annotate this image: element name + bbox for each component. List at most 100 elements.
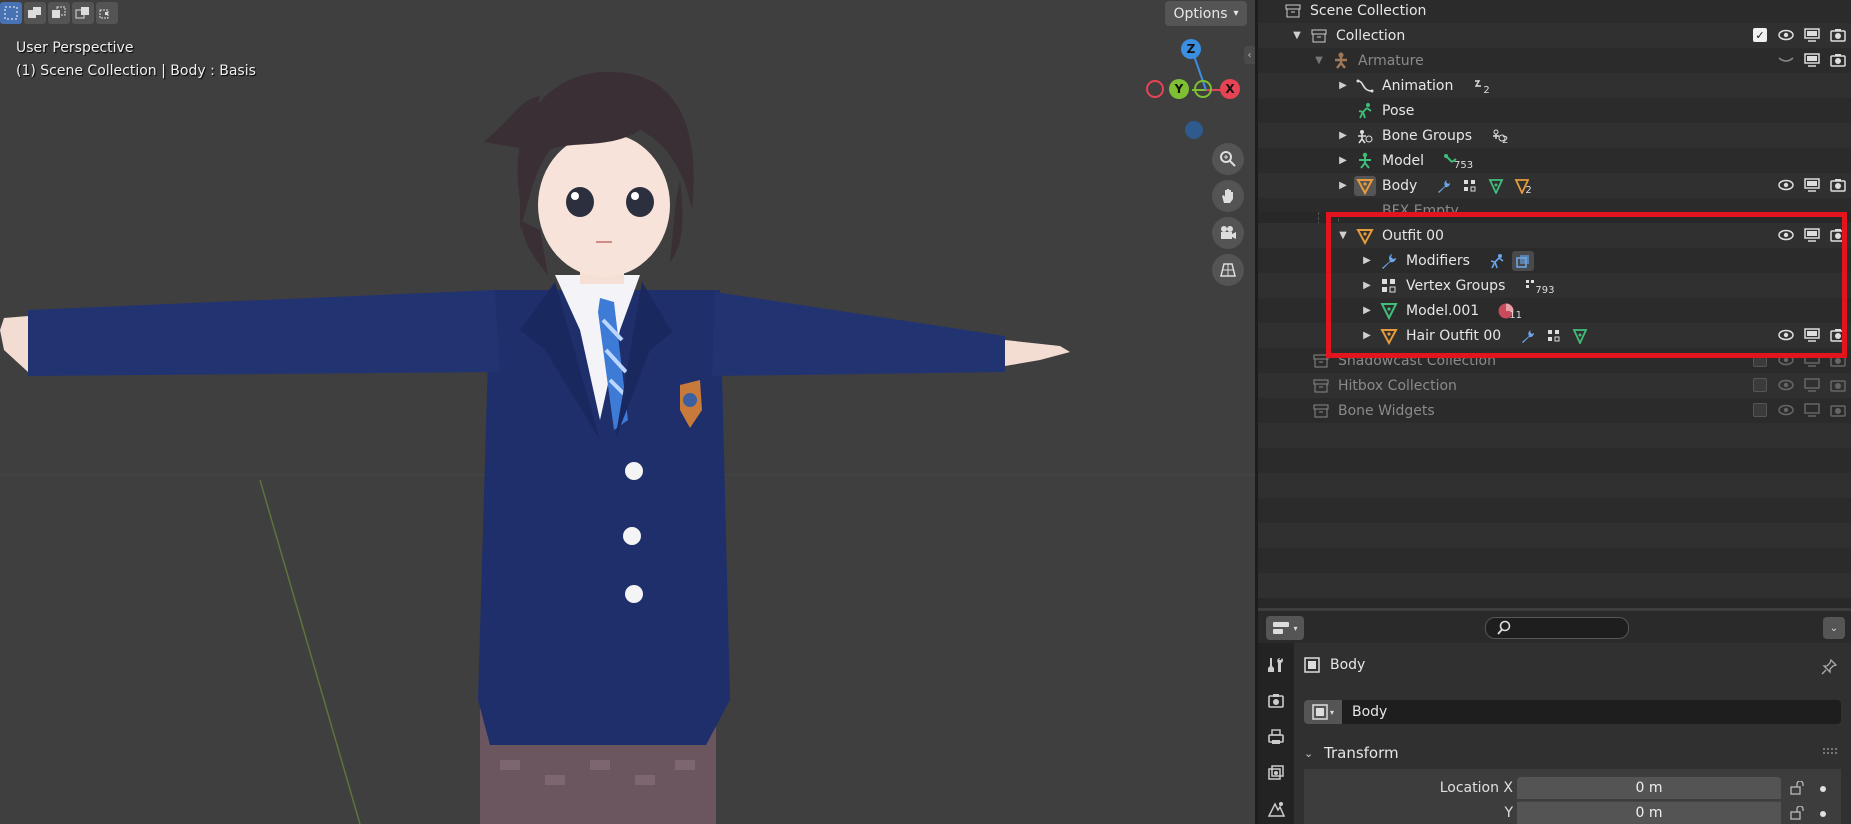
camera-render-icon[interactable] (1829, 401, 1847, 419)
gizmo-z-axis[interactable]: Z (1181, 39, 1201, 59)
expand-triangle-icon[interactable]: ▶ (1336, 180, 1350, 191)
eye-icon[interactable] (1777, 376, 1795, 394)
outliner-label: Scene Collection (1310, 2, 1427, 19)
pan-hand-icon[interactable] (1212, 180, 1244, 212)
mesh-object-icon[interactable]: 2 (1511, 176, 1533, 196)
outliner-row-armature[interactable]: ▼ Armature (1258, 48, 1851, 73)
monitor-icon[interactable] (1803, 176, 1821, 194)
expand-triangle-icon[interactable]: ▼ (1312, 55, 1326, 66)
eye-closed-icon[interactable] (1777, 51, 1795, 69)
keyframe-dot-icon[interactable] (1820, 811, 1826, 817)
lock-open-icon[interactable] (1787, 803, 1807, 823)
header-options-dropdown[interactable]: ⌄ (1823, 617, 1845, 639)
location-y-label: Y (1504, 805, 1513, 821)
options-dropdown[interactable]: Options ▾ (1165, 1, 1247, 26)
camera-render-icon[interactable] (1829, 176, 1847, 194)
expand-triangle-icon[interactable]: ▶ (1336, 155, 1350, 166)
mesh-data-icon[interactable] (1485, 176, 1507, 196)
outliner-row-bone-widgets[interactable]: Bone Widgets (1258, 398, 1851, 423)
location-x-field[interactable]: 0 m (1517, 777, 1781, 799)
invert-selection-icon[interactable] (72, 2, 94, 24)
monitor-icon[interactable] (1803, 51, 1821, 69)
tab-tool[interactable] (1262, 651, 1290, 679)
keyframe-dot-icon[interactable] (1820, 786, 1826, 792)
gizmo-z-label: Z (1186, 42, 1196, 56)
outliner-row-bone-groups[interactable]: ▶ Bone Groups 2 (1258, 123, 1851, 148)
annotation-highlight-box (1326, 212, 1847, 358)
extend-selection-icon[interactable] (24, 2, 46, 24)
camera-render-icon[interactable] (1829, 26, 1847, 44)
animation-curve-icon (1354, 76, 1376, 96)
transform-panel-header[interactable]: ⌄ Transform (1304, 740, 1841, 766)
empty-row (1258, 423, 1851, 448)
3d-viewport[interactable]: User Perspective (1) Scene Collection | … (0, 0, 1255, 824)
outliner-row-pose[interactable]: Pose (1258, 98, 1851, 123)
expand-triangle-icon[interactable]: ▶ (1336, 130, 1350, 141)
camera-view-icon[interactable] (1212, 217, 1244, 249)
child-count: 2 (1483, 84, 1490, 96)
pin-icon[interactable] (1821, 658, 1838, 679)
restriction-toggles (1751, 401, 1847, 419)
child-icons: 2 (1488, 126, 1510, 146)
perspective-label: User Perspective (16, 40, 134, 56)
monitor-icon[interactable] (1803, 26, 1821, 44)
outliner-row-scene-collection[interactable]: Scene Collection (1258, 0, 1851, 23)
lock-open-icon[interactable] (1787, 778, 1807, 798)
gizmo-y-axis[interactable]: Y (1169, 79, 1189, 99)
expand-triangle-icon[interactable]: ▼ (1290, 30, 1304, 41)
action-keyframe-icon[interactable]: 2 (1469, 76, 1491, 96)
object-browse-dropdown[interactable]: ▾ (1304, 700, 1342, 724)
panel-drag-handle[interactable] (1823, 748, 1837, 754)
gizmo-y-label: Y (1174, 82, 1184, 96)
exclude-checkbox[interactable] (1751, 401, 1769, 419)
tool-wrench-screwdriver-icon (1268, 658, 1283, 672)
properties-tabs (1258, 643, 1294, 824)
bone-group-icon[interactable]: 2 (1488, 126, 1510, 146)
tab-scene[interactable] (1262, 795, 1290, 823)
monitor-icon[interactable] (1803, 401, 1821, 419)
object-name-field[interactable]: ▾ Body (1304, 700, 1841, 724)
vertex-groups-icon[interactable] (1459, 176, 1481, 196)
gizmo-neg-x-axis[interactable] (1146, 80, 1164, 98)
gizmo-x-axis[interactable]: X (1220, 79, 1240, 99)
object-icon (1304, 657, 1320, 673)
tab-output[interactable] (1262, 723, 1290, 751)
camera-render-icon[interactable] (1829, 51, 1847, 69)
zoom-icon[interactable] (1212, 143, 1244, 175)
sidebar-toggle-arrow[interactable]: ‹ (1244, 46, 1255, 64)
restriction-toggles (1777, 176, 1847, 194)
outliner-row-hitbox-collection[interactable]: Hitbox Collection (1258, 373, 1851, 398)
properties-search-input[interactable] (1485, 617, 1629, 639)
tab-render[interactable] (1262, 687, 1290, 715)
eye-icon[interactable] (1777, 401, 1795, 419)
subtract-selection-icon[interactable] (48, 2, 70, 24)
outliner-label: Bone Groups (1382, 127, 1473, 144)
select-box-icon[interactable] (0, 2, 22, 24)
eye-icon[interactable] (1777, 176, 1795, 194)
tab-view-layer[interactable] (1262, 759, 1290, 787)
armature-data-icon (1354, 151, 1376, 171)
expand-triangle-icon[interactable]: ▶ (1336, 80, 1350, 91)
gizmo-neg-y-axis[interactable] (1194, 80, 1212, 98)
outliner-row-bfx-empty[interactable]: BFX Empty (1258, 198, 1851, 212)
outliner-label: Body (1382, 177, 1418, 194)
exclude-checkbox[interactable] (1751, 376, 1769, 394)
eye-icon[interactable] (1777, 26, 1795, 44)
camera-render-icon[interactable] (1829, 376, 1847, 394)
outliner-row-body[interactable]: ▶ Body 2 (1258, 173, 1851, 198)
chevron-down-icon: ▾ (1233, 8, 1239, 19)
outliner-row-animation[interactable]: ▶ Animation 2 (1258, 73, 1851, 98)
wrench-modifier-icon[interactable] (1433, 176, 1455, 196)
exclude-checkbox[interactable]: ✓ (1751, 26, 1769, 44)
editor-type-selector[interactable]: ▾ (1266, 616, 1304, 640)
outliner-row-collection[interactable]: ▼ Collection ✓ (1258, 23, 1851, 48)
monitor-icon[interactable] (1803, 376, 1821, 394)
intersect-selection-icon[interactable] (96, 2, 118, 24)
location-y-field[interactable]: 0 m (1517, 801, 1781, 824)
restriction-toggles: ✓ (1751, 26, 1847, 44)
outliner-label: Model (1382, 152, 1425, 169)
outliner-row-model[interactable]: ▶ Model 753 (1258, 148, 1851, 173)
bone-icon[interactable]: 753 (1440, 151, 1473, 171)
gizmo-neg-z-axis[interactable] (1185, 121, 1203, 139)
perspective-grid-icon[interactable] (1212, 254, 1244, 286)
